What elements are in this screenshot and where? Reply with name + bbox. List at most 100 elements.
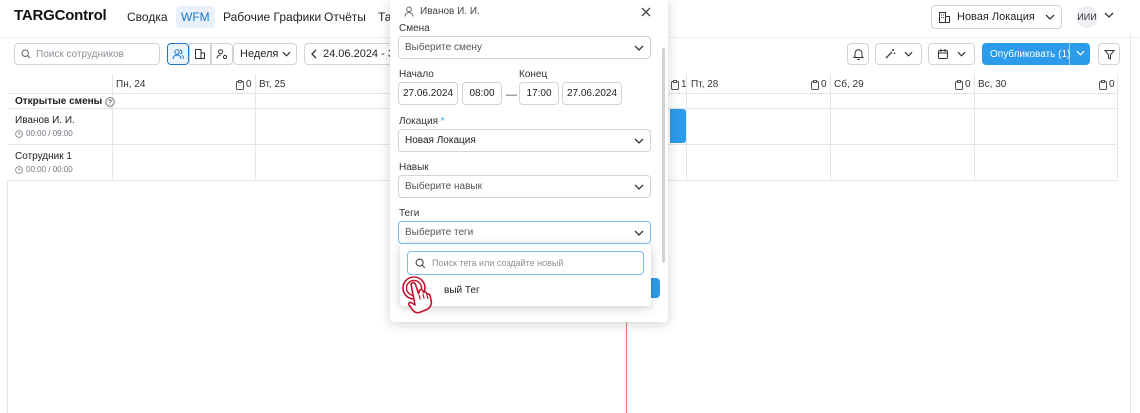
clipboard-icon — [811, 79, 819, 90]
users-icon — [172, 48, 184, 60]
search-icon — [415, 257, 426, 269]
chevron-down-icon[interactable] — [1076, 50, 1085, 56]
start-label: Начало — [399, 69, 434, 80]
day-count-thu: 1 — [671, 79, 687, 90]
app-root: TARGControl Сводка WFM Рабочие Графики О… — [0, 0, 1140, 413]
shift-select[interactable]: Выберите смену — [398, 36, 651, 59]
filter-icon — [1103, 49, 1115, 60]
nav-item-wfm[interactable]: WFM — [176, 6, 215, 28]
notifications-button[interactable] — [847, 43, 869, 65]
save-button[interactable] — [650, 278, 660, 298]
user-settings-icon — [216, 48, 228, 60]
day-count-value: 1 — [681, 79, 687, 90]
pointer-hand-icon — [400, 274, 456, 320]
employee-name[interactable]: Иванов И. И. — [15, 115, 75, 126]
shift-block[interactable] — [670, 109, 686, 143]
panel-scrollbar[interactable] — [662, 48, 665, 263]
chevron-down-icon — [282, 51, 291, 57]
nav-item-reports[interactable]: Отчёты — [319, 6, 371, 28]
view-by-location-button[interactable] — [189, 43, 211, 65]
chevron-down-icon — [1045, 14, 1055, 20]
svg-text:?: ? — [108, 99, 112, 106]
search-icon — [21, 49, 31, 59]
publish-button[interactable]: Опубликовать (1) — [982, 43, 1090, 65]
nav-item-schedules[interactable]: Рабочие Графики — [218, 6, 326, 28]
view-by-employee-button[interactable] — [167, 43, 189, 65]
user-avatar[interactable]: ИИИ — [1076, 6, 1098, 28]
required-mark: * — [440, 116, 445, 127]
location-field-select[interactable]: Новая Локация — [398, 129, 651, 152]
day-header-sat: Сб, 29 — [834, 79, 864, 90]
location-select-value: Новая Локация — [957, 11, 1035, 23]
day-count-fri: 0 — [811, 79, 827, 90]
clipboard-icon — [236, 79, 244, 90]
chevron-down-icon — [634, 230, 644, 236]
skill-select-placeholder: Выберите навык — [405, 181, 482, 192]
clipboard-icon — [1099, 79, 1107, 90]
panel-employee-name: Иванов И. И. — [420, 6, 480, 17]
date-range-text: 24.06.2024 - 3 — [323, 48, 394, 60]
building-icon — [938, 11, 951, 24]
tag-search-placeholder: Поиск тега или создайте новый — [432, 258, 564, 268]
content-border — [1130, 33, 1131, 413]
user-icon — [404, 6, 414, 17]
day-count-value: 0 — [246, 79, 252, 90]
skill-label: Навык — [399, 162, 429, 173]
app-logo: TARGControl — [14, 7, 107, 24]
day-count-sun: 0 — [1099, 79, 1115, 90]
panel-header: Иванов И. И. — [404, 6, 480, 17]
chevron-down-icon — [634, 184, 644, 190]
shift-label: Смена — [399, 23, 430, 34]
close-icon[interactable] — [640, 6, 652, 18]
end-date-field[interactable]: 27.06.2024 — [562, 82, 622, 105]
period-select[interactable]: Неделя — [233, 43, 297, 65]
auto-fill-button[interactable] — [875, 43, 922, 65]
location-field-value: Новая Локация — [405, 135, 476, 146]
employee-hours-value: 00:00 / 00:00 — [26, 165, 73, 174]
column-divider — [974, 74, 975, 180]
view-by-position-button[interactable] — [211, 43, 233, 65]
employee-search-input[interactable]: Поиск сотрудников — [14, 43, 160, 65]
clipboard-icon — [671, 79, 679, 90]
skill-select[interactable]: Выберите навык — [398, 175, 651, 198]
nav-item-summary[interactable]: Сводка — [122, 6, 173, 28]
tags-label: Теги — [399, 208, 420, 219]
calendar-button[interactable] — [928, 43, 975, 65]
tag-search-input[interactable]: Поиск тега или создайте новый — [407, 251, 644, 275]
location-select[interactable]: Новая Локация — [931, 5, 1062, 29]
employee-hours: 00:00 / 09:00 — [15, 129, 73, 138]
chevron-down-icon — [904, 51, 913, 57]
end-time-field[interactable]: 17:00 — [519, 82, 559, 105]
help-icon[interactable]: ? — [105, 96, 115, 107]
clock-icon — [15, 165, 23, 174]
column-divider — [830, 74, 831, 180]
column-divider — [255, 74, 256, 180]
filter-button[interactable] — [1098, 43, 1120, 65]
tags-select[interactable]: Выберите теги — [398, 221, 651, 244]
date-range-picker[interactable]: 24.06.2024 - 3 — [304, 43, 394, 65]
period-select-value: Неделя — [240, 48, 279, 60]
open-shifts-text: Открытые смены — [15, 96, 103, 107]
day-count-mon: 0 — [236, 79, 252, 90]
employee-hours: 00:00 / 00:00 — [15, 165, 73, 174]
location-label: Локация * — [399, 116, 445, 127]
end-label: Конец — [519, 69, 548, 80]
column-divider — [112, 74, 113, 180]
bell-icon — [852, 48, 864, 60]
publish-button-label: Опубликовать (1) — [990, 48, 1071, 60]
start-date-field[interactable]: 27.06.2024 — [398, 82, 458, 105]
time-range-dash: — — [506, 89, 517, 101]
content-border — [7, 180, 8, 413]
clock-icon — [15, 129, 23, 138]
chevron-down-icon[interactable] — [1104, 12, 1114, 18]
chevron-down-icon — [634, 138, 644, 144]
day-header-fri: Пт, 28 — [691, 79, 719, 90]
chevron-down-icon — [957, 51, 966, 57]
search-placeholder: Поиск сотрудников — [36, 48, 124, 60]
employee-name[interactable]: Сотрудник 1 — [15, 151, 72, 162]
start-time-field[interactable]: 08:00 — [462, 82, 502, 105]
chevron-left-icon[interactable] — [311, 49, 317, 59]
location-label-text: Локация — [399, 116, 439, 127]
day-header-tue: Вт, 25 — [259, 79, 286, 90]
day-count-value: 0 — [965, 79, 971, 90]
